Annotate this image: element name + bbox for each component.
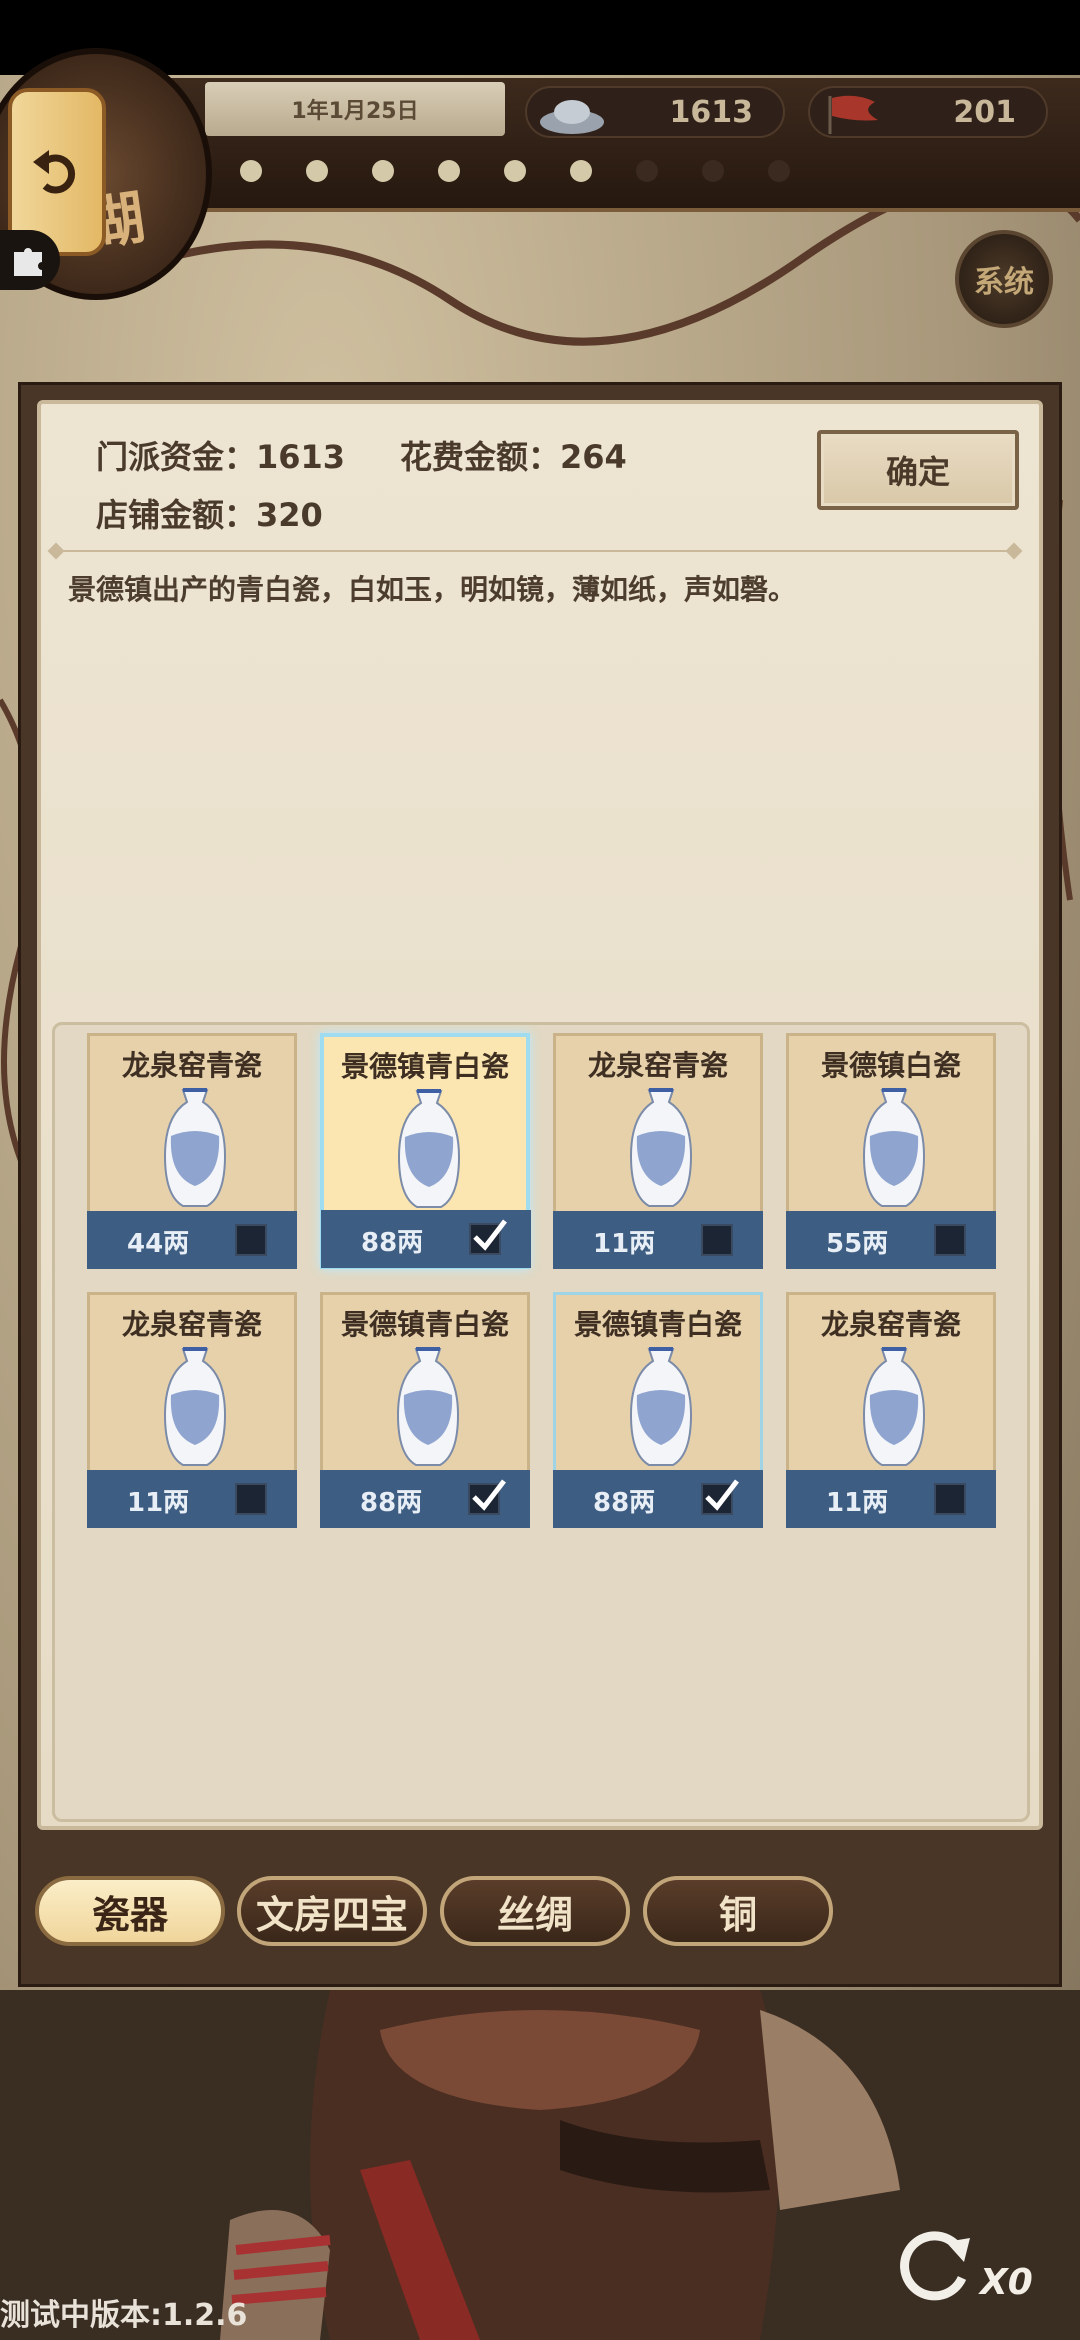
checkmark-icon	[473, 1219, 507, 1251]
tab-stationery[interactable]: 文房四宝	[237, 1876, 427, 1946]
tab-copper[interactable]: 铜	[643, 1876, 833, 1946]
item-checkbox[interactable]	[701, 1224, 733, 1256]
undo-arrow-icon	[33, 150, 76, 194]
silver-ingot-icon	[540, 100, 604, 134]
item-card[interactable]: 龙泉窑青瓷 11两	[87, 1292, 297, 1528]
item-price: 88两	[361, 1228, 424, 1258]
item-price: 88两	[360, 1488, 423, 1518]
checkmark-icon	[705, 1479, 739, 1511]
cost-amount: 花费金额：264	[400, 438, 627, 476]
shop-amount: 店铺金额：320	[96, 496, 323, 534]
item-footer: 44两	[87, 1211, 297, 1269]
porcelain-vase-icon	[163, 1088, 227, 1207]
porcelain-vase-icon	[629, 1347, 693, 1466]
item-name: 景德镇青白瓷	[340, 1050, 509, 1083]
silver-amount: 1613	[669, 94, 754, 130]
item-card-selected[interactable]: 景德镇青白瓷 88两	[320, 1033, 531, 1269]
tab-silk[interactable]: 丝绸	[440, 1876, 630, 1946]
item-name: 景德镇青白瓷	[340, 1308, 509, 1341]
item-checkbox[interactable]	[934, 1224, 966, 1256]
item-footer: 88两	[321, 1210, 531, 1268]
flag-counter: 201	[808, 86, 1048, 138]
progress-dots	[240, 160, 790, 182]
porcelain-vase-icon	[862, 1347, 926, 1466]
item-footer: 88两	[553, 1470, 763, 1528]
item-name: 龙泉窑青瓷	[121, 1308, 262, 1341]
item-checkbox[interactable]	[235, 1483, 267, 1515]
porcelain-vase-icon	[629, 1088, 693, 1207]
checkmark-icon	[472, 1479, 506, 1511]
sect-funds: 门派资金：1613	[96, 438, 346, 476]
flag-amount: 201	[953, 94, 1016, 130]
silver-counter: 1613	[525, 86, 785, 138]
refresh-count: X0	[980, 2262, 1033, 2303]
tab-porcelain[interactable]: 瓷器	[35, 1876, 225, 1946]
system-button[interactable]: 系统	[955, 230, 1053, 328]
divider	[55, 550, 1020, 552]
item-card[interactable]: 龙泉窑青瓷 44两	[87, 1033, 297, 1269]
item-price: 11两	[826, 1488, 889, 1518]
item-name: 龙泉窑青瓷	[587, 1049, 728, 1082]
puzzle-button[interactable]	[0, 230, 60, 290]
item-checkbox[interactable]	[934, 1483, 966, 1515]
porcelain-vase-icon	[396, 1347, 460, 1466]
flag-icon	[828, 95, 878, 134]
item-price: 11两	[593, 1229, 656, 1259]
item-name: 龙泉窑青瓷	[820, 1308, 961, 1341]
item-name: 景德镇青白瓷	[573, 1308, 742, 1341]
porcelain-vase-icon	[862, 1088, 926, 1207]
status-bar	[0, 0, 1080, 75]
item-footer: 88两	[320, 1470, 530, 1528]
item-footer: 55两	[786, 1211, 996, 1269]
item-checkbox[interactable]	[469, 1219, 507, 1255]
refresh-icon[interactable]	[890, 2220, 980, 2310]
item-price: 11两	[127, 1488, 190, 1518]
confirm-button[interactable]: 确定	[817, 430, 1019, 510]
puzzle-icon	[14, 248, 42, 276]
item-card[interactable]: 景德镇青白瓷 88两	[553, 1292, 763, 1528]
item-name: 龙泉窑青瓷	[121, 1049, 262, 1082]
item-price: 44两	[127, 1229, 190, 1259]
date-display: 1年1月25日	[205, 82, 505, 136]
item-checkbox[interactable]	[235, 1224, 267, 1256]
item-description: 景德镇出产的青白瓷，白如玉，明如镜，薄如纸，声如磬。	[68, 573, 797, 606]
item-price: 88两	[593, 1488, 656, 1518]
item-checkbox[interactable]	[468, 1479, 506, 1515]
porcelain-vase-icon	[397, 1089, 461, 1208]
item-card[interactable]: 龙泉窑青瓷 11两	[786, 1292, 996, 1528]
item-price: 55两	[826, 1229, 889, 1259]
item-card[interactable]: 龙泉窑青瓷 11两	[553, 1033, 763, 1269]
item-footer: 11两	[553, 1211, 763, 1269]
item-footer: 11两	[87, 1470, 297, 1528]
item-footer: 11两	[786, 1470, 996, 1528]
item-checkbox[interactable]	[701, 1479, 739, 1515]
version-label: 测试中版本:1.2.6	[0, 2298, 248, 2333]
porcelain-vase-icon	[163, 1347, 227, 1466]
item-name: 景德镇白瓷	[820, 1049, 961, 1082]
item-card[interactable]: 景德镇白瓷 55两	[786, 1033, 996, 1269]
item-card[interactable]: 景德镇青白瓷 88两	[320, 1292, 530, 1528]
